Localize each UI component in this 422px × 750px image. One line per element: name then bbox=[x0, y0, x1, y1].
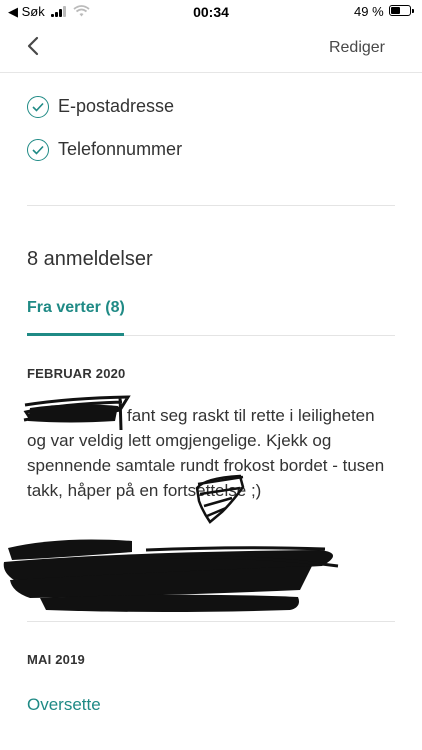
review-date: MAI 2019 bbox=[27, 652, 85, 667]
translate-link[interactable]: Oversette bbox=[27, 695, 101, 715]
redaction-scribbles bbox=[3, 395, 339, 612]
status-bar: ◀ Søk 00:34 49 % bbox=[0, 0, 422, 24]
back-chevron-icon[interactable] bbox=[22, 34, 46, 58]
edit-button[interactable]: Rediger bbox=[329, 39, 385, 57]
top-navigation-bar: Rediger bbox=[0, 24, 422, 73]
battery-icon bbox=[389, 5, 414, 16]
profile-content: E-postadresse Telefonnummer 8 anmeldelse… bbox=[0, 0, 422, 750]
review-divider bbox=[27, 621, 395, 622]
battery-percentage: 49 % bbox=[354, 4, 384, 19]
